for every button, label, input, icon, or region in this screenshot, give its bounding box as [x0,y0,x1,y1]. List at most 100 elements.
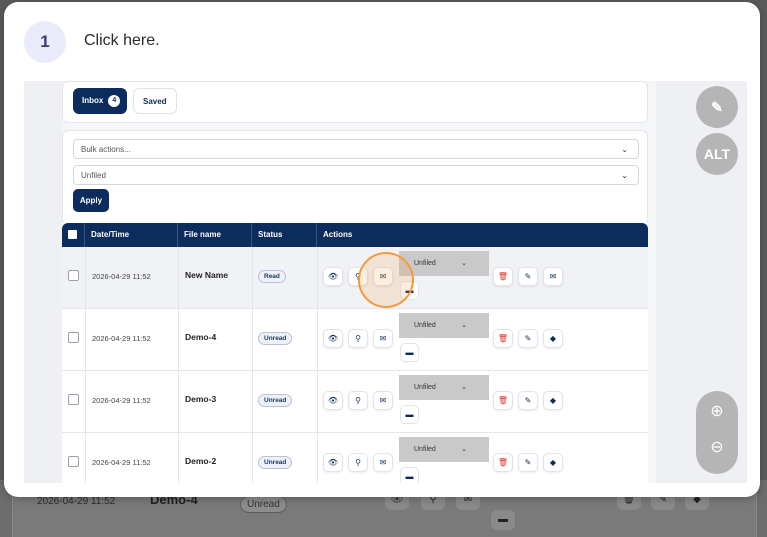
chevron-down-icon: ⌄ [461,322,467,329]
view-eye-icon[interactable]: 👁 [323,391,343,410]
column-header-status: Status [252,223,317,247]
apply-button[interactable]: Apply [73,189,109,212]
step-number-badge: 1 [24,21,66,63]
envelope-icon[interactable]: ✉ [373,391,393,410]
mark-icon[interactable]: ◆ [543,329,563,348]
cell-divider [252,371,253,432]
alt-text-button[interactable]: ALT [696,133,738,175]
checkbox-box [68,230,77,239]
mark-icon[interactable]: ◆ [543,453,563,472]
cell-divider [178,433,179,483]
mark-icon[interactable]: ◆ [543,391,563,410]
row-file-name: Demo-3 [185,394,217,404]
pencil-icon[interactable]: ✎ [518,391,538,410]
envelope-icon[interactable]: ✉ [373,453,393,472]
background-folder-move-icon: ▬ [491,510,515,530]
cell-divider [178,371,179,432]
column-header-date: Date/Time [85,223,178,247]
zoom-out-icon[interactable]: ⊖ [696,437,738,457]
cell-divider [85,371,86,432]
tab-saved[interactable]: Saved [133,88,177,114]
tab-inbox-label: Inbox [82,96,104,105]
row-date: 2026-04-29 11:52 [92,334,151,343]
status-badge: Unread [258,456,293,469]
folder-move-icon[interactable]: ▬ [400,343,419,362]
tabs-container: Inbox 4 Saved [62,81,648,123]
envelope-icon[interactable]: ✉ [543,267,563,286]
click-highlight-ring[interactable] [358,252,414,308]
bulk-actions-value: Bulk actions... [81,145,131,154]
zoom-in-icon[interactable]: ⊕ [696,401,738,421]
row-file-name: Demo-4 [185,332,217,342]
inbox-count-badge: 4 [108,95,121,107]
row-folder-value: Unfiled [414,260,436,267]
table-row: 2026-04-29 11:52 New Name Read 👁 ⚲ ✉ Unf… [62,247,648,309]
view-eye-icon[interactable]: 👁 [323,329,343,348]
table-row: 2026-04-29 11:52 Demo-2 Unread 👁 ⚲ ✉ Unf… [62,433,648,483]
zoom-controls: ⊕ ⊖ [696,391,738,474]
status-badge: Read [258,270,286,283]
row-folder-select[interactable]: Unfiled ⌄ [399,375,489,400]
table-header: Date/Time File name Status Actions [62,223,648,247]
pin-icon[interactable]: ⚲ [348,329,368,348]
row-checkbox[interactable] [68,456,79,467]
pencil-icon[interactable]: ✎ [518,267,538,286]
row-checkbox[interactable] [68,394,79,405]
background-status-badge: Unread [240,496,287,513]
pin-icon[interactable]: ⚲ [348,453,368,472]
select-all-checkbox[interactable] [62,223,85,247]
column-header-actions: Actions [323,230,353,239]
cell-divider [85,247,86,308]
filter-container: Bulk actions... ⌄ Unfiled ⌄ Apply [62,130,648,225]
pencil-icon[interactable]: ✎ [518,453,538,472]
cell-divider [178,247,179,308]
tab-inbox[interactable]: Inbox 4 [73,88,128,114]
row-checkbox[interactable] [68,270,79,281]
pin-icon[interactable]: ⚲ [348,391,368,410]
messages-table: Date/Time File name Status Actions 2026-… [62,223,648,483]
row-folder-select[interactable]: Unfiled ⌄ [399,313,489,338]
folder-filter-select[interactable]: Unfiled ⌄ [73,165,639,185]
row-file-name: New Name [185,270,228,280]
table-row: 2026-04-29 11:52 Demo-4 Unread 👁 ⚲ ✉ Unf… [62,309,648,371]
cell-divider [252,309,253,370]
row-date: 2026-04-29 11:52 [92,458,151,467]
status-badge: Unread [258,394,293,407]
row-checkbox[interactable] [68,332,79,343]
pencil-edit-icon[interactable]: ✎ [696,86,738,128]
column-header-file-name: File name [178,223,252,247]
chevron-down-icon: ⌄ [461,260,467,267]
chevron-down-icon: ⌄ [461,446,467,453]
cell-divider [252,433,253,483]
row-file-name: Demo-2 [185,456,217,466]
trash-icon[interactable]: 🗑 [493,329,513,348]
row-folder-select[interactable]: Unfiled ⌄ [399,437,489,462]
tutorial-step-card: 1 Click here. Inbox 4 Saved Bulk actions… [4,2,760,497]
cell-divider [85,433,86,483]
folder-move-icon[interactable]: ▬ [400,467,419,483]
trash-icon[interactable]: 🗑 [493,267,513,286]
background-date: 2026-04-29 11:52 [37,496,116,507]
envelope-icon[interactable]: ✉ [373,329,393,348]
bulk-actions-select[interactable]: Bulk actions... ⌄ [73,139,639,159]
row-date: 2026-04-29 11:52 [92,396,151,405]
status-badge: Unread [258,332,293,345]
view-eye-icon[interactable]: 👁 [323,453,343,472]
folder-move-icon[interactable]: ▬ [400,405,419,424]
view-eye-icon[interactable]: 👁 [323,267,343,286]
trash-icon[interactable]: 🗑 [493,391,513,410]
row-date: 2026-04-29 11:52 [92,272,151,281]
pencil-icon[interactable]: ✎ [518,329,538,348]
folder-filter-value: Unfiled [81,171,106,180]
cell-divider [317,309,318,370]
cell-divider [317,371,318,432]
chevron-down-icon: ⌄ [461,384,467,391]
cell-divider [252,247,253,308]
row-folder-value: Unfiled [414,446,436,453]
cell-divider [317,247,318,308]
row-folder-value: Unfiled [414,384,436,391]
row-folder-value: Unfiled [414,322,436,329]
cell-divider [178,309,179,370]
cell-divider [317,433,318,483]
trash-icon[interactable]: 🗑 [493,453,513,472]
